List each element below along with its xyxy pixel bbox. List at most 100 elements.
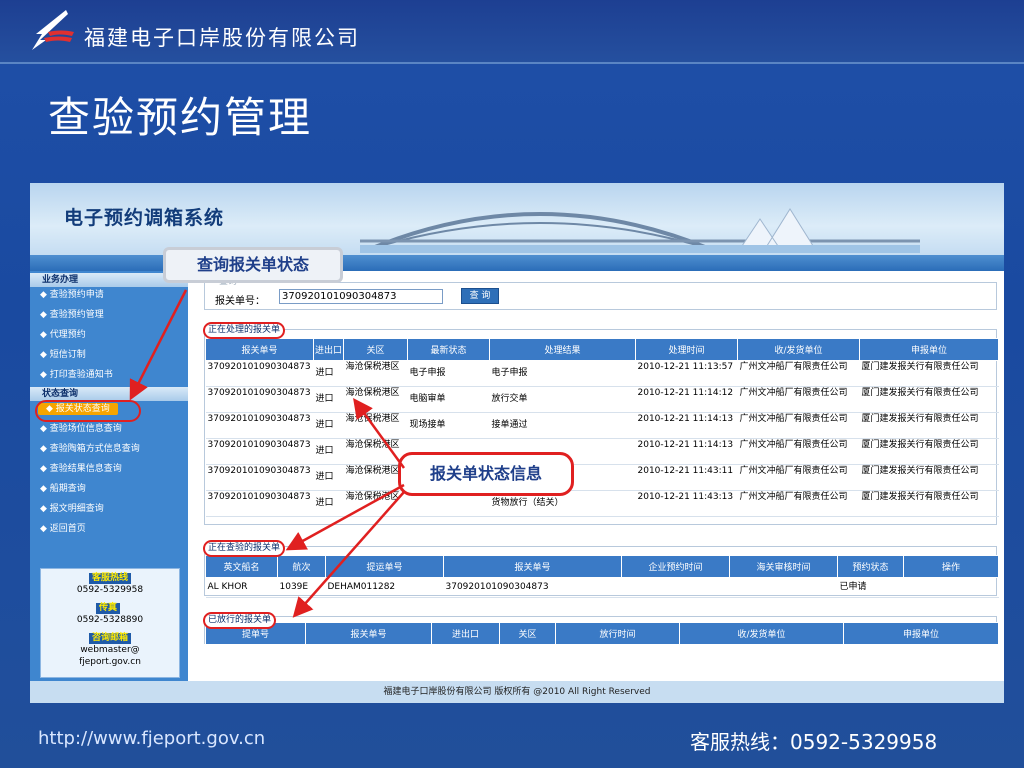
table-cell: 370920101090304873 [443, 577, 622, 598]
released-header-row: 提单号 报关单号 进出口 关区 放行时间 收/发货单位 申报单位 [205, 622, 999, 645]
table-row: 370920101090304873 进口 海沧保税港区 货物放行（结关） 2010-1… [205, 490, 999, 517]
column-header: 提运单号 [325, 555, 444, 578]
table-cell: 海沧保税港区 [343, 490, 408, 517]
table-cell: 2010-12-21 11:43:11 [635, 464, 738, 491]
table-cell: 电子申报 [407, 360, 490, 387]
table-cell: 放行交单 [489, 386, 636, 413]
company-name: 福建电子口岸股份有限公司 [84, 26, 360, 50]
inspecting-legend: 正在查验的报关单 [203, 540, 286, 557]
column-header: 英文船名 [205, 555, 278, 578]
table-cell: 海沧保税港区 [343, 412, 408, 439]
contact-box: 客服热线 0592-5329958 传真 0592-5328890 咨询邮箱 w… [40, 568, 180, 678]
column-header: 申报单位 [859, 338, 999, 361]
table-row: AL KHOR 1039E DEHAM011282 37092010109030487… [205, 577, 999, 598]
table-cell: 2010-12-21 11:14:13 [635, 438, 738, 465]
bridge-illustration-icon [360, 208, 920, 253]
email-line2[interactable]: fjeport.gov.cn [41, 657, 179, 668]
query-button[interactable]: 查 询 [461, 288, 499, 304]
table-row: 370920101090304873 进口 海沧保税港区 2010-12-21 11:… [205, 438, 999, 465]
table-cell: 2010-12-21 11:43:13 [635, 490, 738, 517]
column-header: 报关单号 [205, 338, 314, 361]
column-header: 收/发货单位 [679, 622, 844, 645]
released-table: 提单号 报关单号 进出口 关区 放行时间 收/发货单位 申报单位 [205, 622, 999, 645]
column-header: 进出口 [431, 622, 500, 645]
table-cell: 现场接单 [407, 412, 490, 439]
declaration-no-label: 报关单号： [215, 296, 265, 307]
table-row: 370920101090304873 进口 海沧保税港区 现场接单 接单通过 2010-1… [205, 412, 999, 439]
table-cell: 1039E [277, 577, 326, 598]
table-cell: 广州文冲船厂有限责任公司 [737, 386, 860, 413]
sidebar-item-inspection-apply[interactable]: ◆ 查验预约申请 [40, 289, 104, 301]
table-cell: 广州文冲船厂有限责任公司 [737, 464, 860, 491]
table-cell: AL KHOR [205, 577, 278, 598]
column-header: 申报单位 [843, 622, 999, 645]
slide-title: 查验预约管理 [48, 93, 313, 142]
table-cell: 370920101090304873 [205, 464, 314, 491]
slide-header-bar: 福建电子口岸股份有限公司 [0, 0, 1024, 64]
column-header: 关区 [343, 338, 408, 361]
sidebar-item-message-detail[interactable]: ◆ 报文明细查询 [40, 503, 104, 515]
search-form: 查询 报关单号： 查 询 [204, 274, 997, 310]
sidebar-item-yard-info[interactable]: ◆ 查验场位信息查询 [40, 423, 122, 435]
table-cell [729, 577, 838, 598]
inspecting-header-row: 英文船名 航次 提运单号 报关单号 企业预约时间 海关审核时间 预约状态 操作 [205, 555, 999, 578]
table-cell: 接单通过 [489, 412, 636, 439]
column-header: 企业预约时间 [621, 555, 730, 578]
table-cell: 进口 [313, 360, 344, 387]
table-cell: 厦门建发报关行有限责任公司 [859, 386, 999, 413]
sidebar-item-print-notice[interactable]: ◆ 打印查验通知书 [40, 369, 113, 381]
fjeport-logo-icon [32, 10, 74, 50]
sidebar-item-box-method[interactable]: ◆ 查验陶箱方式信息查询 [40, 443, 140, 455]
column-header: 关区 [499, 622, 556, 645]
sidebar-item-inspection-manage[interactable]: ◆ 查验预约管理 [40, 309, 104, 321]
processing-legend: 正在处理的报关单 [203, 322, 286, 339]
table-row: 370920101090304873 进口 海沧保税港区 电子申报 电子申报 2010-1… [205, 360, 999, 387]
column-header: 预约状态 [837, 555, 904, 578]
processing-panel: 报关单号 进出口 关区 最新状态 处理结果 处理时间 收/发货单位 申报单位 37092010… [204, 329, 999, 525]
table-cell [903, 577, 999, 598]
column-header: 航次 [277, 555, 326, 578]
released-panel: 提单号 报关单号 进出口 关区 放行时间 收/发货单位 申报单位 [204, 616, 999, 645]
table-cell: 电脑审单 [407, 386, 490, 413]
inspecting-panel: 英文船名 航次 提运单号 报关单号 企业预约时间 海关审核时间 预约状态 操作 AL KHOR… [204, 546, 999, 598]
sidebar-item-ship-schedule[interactable]: ◆ 船期查询 [40, 483, 86, 495]
table-cell: 2010-12-21 11:14:13 [635, 412, 738, 439]
table-cell: 进口 [313, 412, 344, 439]
table-cell: 进口 [313, 490, 344, 517]
column-header: 最新状态 [407, 338, 490, 361]
declaration-no-input[interactable] [279, 289, 443, 304]
table-cell: 2010-12-21 11:13:57 [635, 360, 738, 387]
query-status-callout: 查询报关单状态 [163, 247, 343, 283]
hotline-badge: 客服热线 [89, 573, 132, 584]
email-badge: 咨询邮箱 [89, 633, 132, 644]
status-info-callout: 报关单状态信息 [398, 452, 574, 496]
sidebar-item-agent-booking[interactable]: ◆ 代理预约 [40, 329, 86, 341]
footer-url[interactable]: http://www.fjeport.gov.cn [38, 728, 265, 749]
table-cell: 厦门建发报关行有限责任公司 [859, 412, 999, 439]
table-cell: 370920101090304873 [205, 386, 314, 413]
sidebar-item-sms[interactable]: ◆ 短信订制 [40, 349, 86, 361]
fax-badge: 传真 [96, 603, 121, 614]
table-cell: 已申请 [837, 577, 904, 598]
app-footer: 福建电子口岸股份有限公司 版权所有 @2010 All Right Reserv… [30, 681, 1004, 703]
sidebar-item-home[interactable]: ◆ 返回首页 [40, 523, 86, 535]
sidebar-item-result-info[interactable]: ◆ 查验结果信息查询 [40, 463, 122, 475]
table-cell: 海沧保税港区 [343, 386, 408, 413]
table-cell: 370920101090304873 [205, 412, 314, 439]
table-cell: 厦门建发报关行有限责任公司 [859, 438, 999, 465]
email-line1[interactable]: webmaster@ [41, 645, 179, 656]
processing-table: 报关单号 进出口 关区 最新状态 处理结果 处理时间 收/发货单位 申报单位 37092010… [205, 338, 999, 517]
table-cell: 电子申报 [489, 360, 636, 387]
column-header: 处理结果 [489, 338, 636, 361]
table-cell: 进口 [313, 386, 344, 413]
table-cell: 广州文冲船厂有限责任公司 [737, 490, 860, 517]
main-content: 查询 报关单号： 查 询 报关单号进出口关区最新状态处理结果处理时间收/发货单位… [188, 271, 1004, 681]
column-header: 海关审核时间 [729, 555, 838, 578]
sidebar-item-customs-status[interactable]: ◆ 报关状态查询 [38, 403, 118, 415]
table-cell: 广州文冲船厂有限责任公司 [737, 412, 860, 439]
sidebar-section-status[interactable]: 状态查询 [30, 387, 188, 401]
column-header: 收/发货单位 [737, 338, 860, 361]
table-cell: 广州文冲船厂有限责任公司 [737, 360, 860, 387]
released-legend: 已放行的报关单 [203, 612, 277, 629]
column-header: 操作 [903, 555, 999, 578]
